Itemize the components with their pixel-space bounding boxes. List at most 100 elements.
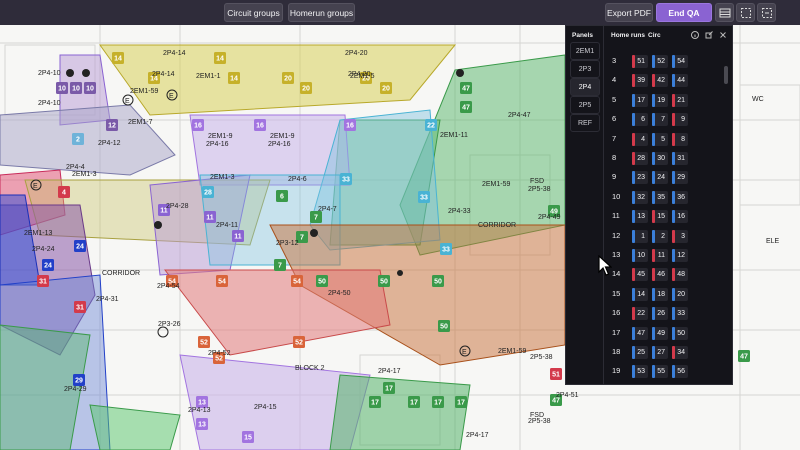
circuit-chip[interactable]: 56	[672, 365, 688, 379]
homerun-row[interactable]: 15 14 18 20	[604, 285, 732, 304]
circuit-chip[interactable]: 33	[672, 307, 688, 321]
circuit-chip[interactable]: 44	[672, 74, 688, 88]
circuit-groups-button[interactable]: Circuit groups	[224, 3, 283, 22]
circuit-badge[interactable]: 16	[254, 119, 266, 131]
circuit-chip[interactable]: 49	[652, 326, 668, 340]
circuit-chip[interactable]: 2	[652, 229, 668, 243]
circuit-badge[interactable]: 50	[432, 275, 444, 287]
homerun-row[interactable]: 14 45 46 48	[604, 265, 732, 284]
circuit-chip[interactable]: 10	[632, 249, 648, 262]
circuit-badge[interactable]: 14	[228, 72, 240, 84]
circuit-badge[interactable]: 14	[112, 52, 124, 64]
circuit-badge[interactable]: 52	[293, 336, 305, 348]
homerun-row[interactable]: 4 39 42 44	[604, 71, 732, 90]
circuit-badge[interactable]: 16	[344, 119, 356, 131]
circuit-badge[interactable]: 24	[42, 259, 54, 271]
circuit-badge[interactable]: 11	[204, 211, 216, 223]
list-view-icon[interactable]	[715, 3, 734, 22]
circuit-badge[interactable]: 17	[383, 382, 395, 394]
circuit-chip[interactable]: 42	[652, 74, 668, 88]
circuit-badge[interactable]: 52	[198, 336, 210, 348]
circuit-badge[interactable]: 15	[242, 431, 254, 443]
circuit-badge[interactable]: 22	[425, 119, 437, 131]
end-qa-mode-button[interactable]: End QA mode	[656, 3, 712, 37]
panel-item-2p4[interactable]: 2P4	[570, 78, 600, 96]
open-external-icon[interactable]	[704, 30, 714, 40]
homerun-row[interactable]: 18 25 27 34	[604, 343, 732, 362]
circuit-chip[interactable]: 5	[652, 132, 668, 146]
circuit-badge[interactable]: 33	[418, 191, 430, 203]
circuit-badge[interactable]: 7	[274, 259, 286, 271]
circuit-badge[interactable]: 20	[380, 82, 392, 94]
circuit-badge[interactable]: 4	[58, 186, 70, 198]
homerun-row[interactable]: 11 13 15 16	[604, 207, 732, 226]
circuit-chip[interactable]: 27	[652, 346, 668, 359]
circuit-badge[interactable]: 10	[56, 82, 68, 94]
circuit-chip[interactable]: 55	[652, 365, 668, 379]
circuit-badge[interactable]: 50	[316, 275, 328, 287]
info-icon[interactable]	[690, 30, 700, 40]
circuit-chip[interactable]: 39	[632, 74, 648, 88]
circuit-chip[interactable]: 46	[652, 268, 668, 282]
circuit-chip[interactable]: 51	[632, 55, 648, 68]
circuit-chip[interactable]: 3	[672, 229, 688, 243]
circuit-badge[interactable]: 17	[432, 396, 444, 408]
homerun-row[interactable]: 7 4 5 8	[604, 130, 732, 149]
circuit-chip[interactable]: 53	[632, 365, 648, 379]
circuit-badge[interactable]: 31	[74, 301, 86, 313]
circuit-chip[interactable]: 11	[652, 249, 668, 262]
circuit-chip[interactable]: 6	[632, 113, 648, 127]
circuit-badge[interactable]: 13	[196, 418, 208, 430]
homerun-row[interactable]: 13 10 11 12	[604, 246, 732, 265]
circuit-badge[interactable]: 16	[192, 119, 204, 131]
circuit-badge[interactable]: 47	[460, 82, 472, 94]
homerun-row[interactable]: 8 28 30 31	[604, 149, 732, 168]
homerun-row[interactable]: 19 53 55 56	[604, 362, 732, 381]
circuit-chip[interactable]: 21	[672, 93, 688, 107]
circuit-chip[interactable]: 24	[652, 171, 668, 185]
homerun-row[interactable]: 5 17 19 21	[604, 91, 732, 110]
homerun-row[interactable]: 9 23 24 29	[604, 168, 732, 187]
circuit-badge[interactable]: 51	[550, 368, 562, 380]
circuit-badge[interactable]: 28	[202, 186, 214, 198]
circuit-chip[interactable]: 19	[652, 93, 668, 107]
circuit-badge[interactable]: 12	[106, 119, 118, 131]
circuit-chip[interactable]: 23	[632, 171, 648, 185]
close-icon[interactable]	[718, 30, 728, 40]
circuit-badge[interactable]: 47	[460, 101, 472, 113]
circuit-chip[interactable]: 25	[632, 346, 648, 359]
circuit-chip[interactable]: 14	[632, 287, 648, 301]
circuit-chip[interactable]: 35	[652, 190, 668, 204]
homerun-row[interactable]: 10 32 35 36	[604, 188, 732, 207]
homerun-groups-button[interactable]: Homerun groups	[288, 3, 355, 22]
circuit-chip[interactable]: 47	[632, 326, 648, 340]
circuit-chip[interactable]: 8	[672, 132, 688, 146]
circuit-chip[interactable]: 15	[652, 210, 668, 224]
circuit-chip[interactable]: 29	[672, 171, 688, 185]
circuit-chip[interactable]: 1	[632, 229, 648, 243]
circuit-chip[interactable]: 22	[632, 307, 648, 321]
circuit-chip[interactable]: 26	[652, 307, 668, 321]
circuit-badge[interactable]: 50	[378, 275, 390, 287]
homerun-row[interactable]: 6 6 7 9	[604, 110, 732, 129]
circuit-badge[interactable]: 33	[340, 173, 352, 185]
circuit-chip[interactable]: 12	[672, 249, 688, 262]
circuit-badge[interactable]: 20	[282, 72, 294, 84]
circuit-badge[interactable]: 10	[70, 82, 82, 94]
circuit-chip[interactable]: 34	[672, 346, 688, 359]
circuit-chip[interactable]: 17	[632, 93, 648, 107]
circuit-badge[interactable]: 17	[369, 396, 381, 408]
panel-item-2p5[interactable]: 2P5	[570, 96, 600, 114]
circuit-chip[interactable]: 13	[632, 210, 648, 224]
circuit-badge[interactable]: 2	[72, 133, 84, 145]
circuit-badge[interactable]: 17	[408, 396, 420, 408]
circuit-chip[interactable]: 52	[652, 55, 668, 68]
panel-item-2p3[interactable]: 2P3	[570, 60, 600, 78]
circuit-badge[interactable]: 50	[438, 320, 450, 332]
homerun-row[interactable]: 16 22 26 33	[604, 304, 732, 323]
circuit-chip[interactable]: 7	[652, 113, 668, 127]
panel-item-2em1[interactable]: 2EM1	[570, 42, 600, 60]
circuit-chip[interactable]: 30	[652, 152, 668, 165]
homerun-row[interactable]: 3 51 52 54	[604, 52, 732, 71]
panel-item-ref[interactable]: REF	[570, 114, 600, 132]
